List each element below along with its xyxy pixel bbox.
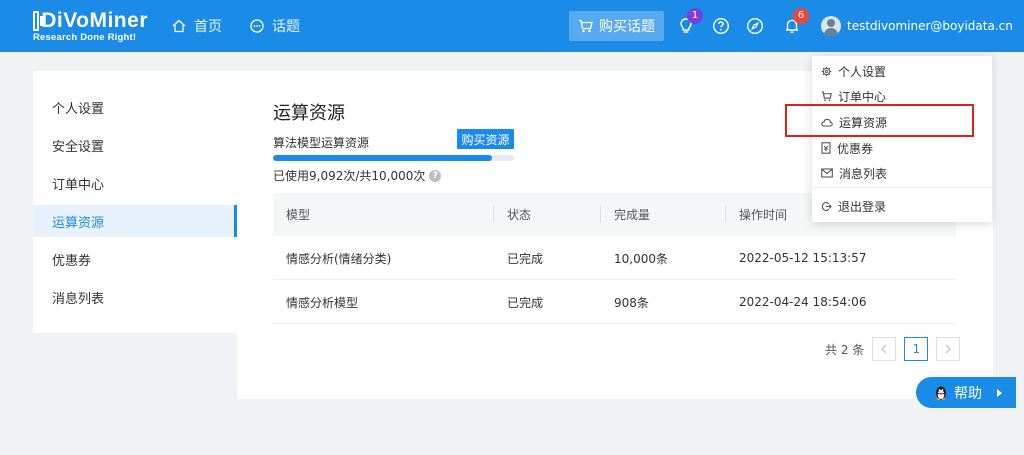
menu-item-logout[interactable]: 退出登录 [812, 195, 992, 217]
chevron-right-icon [945, 344, 952, 354]
menu-item-label: 退出登录 [838, 199, 887, 214]
user-dropdown-menu: 个人设置 订单中心 运算资源 优惠券 消息列表 退出登录 [812, 56, 992, 222]
sidebar-item-profile[interactable]: 个人设置 [33, 91, 237, 123]
logo-mark [33, 11, 45, 31]
menu-item-coupons[interactable]: 优惠券 [812, 137, 992, 159]
cart-icon [821, 91, 832, 101]
sidebar-item-orders[interactable]: 订单中心 [33, 167, 237, 199]
cell-model: 情感分析模型 [286, 295, 359, 310]
column-header-time: 操作时间 [739, 208, 788, 222]
help-circle-icon[interactable] [712, 17, 730, 35]
resource-label: 算法模型运算资源 [273, 136, 370, 150]
page-number-button[interactable]: 1 [904, 337, 929, 361]
column-header-status: 状态 [507, 208, 532, 222]
compass-icon[interactable] [746, 17, 764, 35]
bulb-badge: 1 [687, 8, 703, 24]
buy-topic-label: 购买话题 [599, 19, 655, 35]
avatar [821, 16, 841, 36]
nav-home[interactable]: 首页 [172, 16, 222, 36]
cell-time: 2022-04-24 18:54:06 [739, 295, 867, 309]
bell-badge: 6 [793, 8, 809, 24]
cell-status: 已完成 [507, 251, 544, 266]
logo-tagline: Research Done Right! [33, 32, 137, 43]
column-divider [493, 206, 494, 223]
usage-text: 已使用9,092次/共10,000次 [273, 169, 426, 183]
buy-topic-button[interactable]: 购买话题 [569, 11, 664, 41]
user-menu[interactable]: testdivominer@boyidata.cn [821, 16, 1013, 36]
table-row: 情感分析(情绪分类) 已完成 10,000条 2022-05-12 15:13:… [273, 236, 956, 280]
home-icon [172, 19, 186, 33]
highlight-box [785, 104, 974, 137]
user-email: testdivominer@boyidata.cn [847, 19, 1013, 33]
sidebar-item-coupons[interactable]: 优惠券 [33, 243, 237, 275]
menu-item-label: 订单中心 [838, 89, 887, 104]
menu-item-messages[interactable]: 消息列表 [812, 162, 992, 184]
cell-status: 已完成 [507, 295, 544, 310]
usage-progress-bar [273, 155, 514, 161]
page-title: 运算资源 [273, 103, 345, 124]
coupon-icon [821, 142, 831, 154]
nav-topics[interactable]: 话题 [250, 16, 300, 36]
menu-item-label: 个人设置 [838, 64, 887, 79]
table-row: 情感分析模型 已完成 908条 2022-04-24 18:54:06 [273, 280, 956, 324]
logo[interactable]: DiVoMiner Research Done Right! [33, 10, 148, 46]
logout-icon [821, 201, 832, 211]
column-header-completed: 完成量 [614, 208, 651, 222]
column-divider [600, 206, 601, 223]
cell-completed: 10,000条 [614, 251, 668, 266]
usage-info: 已使用9,092次/共10,000次 ? [273, 167, 442, 184]
sidebar-item-messages[interactable]: 消息列表 [33, 281, 237, 313]
cell-model: 情感分析(情绪分类) [286, 251, 392, 266]
cart-icon [579, 19, 593, 33]
gear-icon [821, 66, 832, 76]
chat-icon [250, 19, 264, 33]
caret-right-icon [997, 388, 1002, 397]
pagination: 共 2 条 1 [825, 337, 968, 361]
menu-divider [812, 187, 992, 188]
prev-page-button[interactable] [872, 337, 897, 361]
top-navbar: DiVoMiner Research Done Right! 首页 话题 购买话… [0, 0, 1024, 52]
question-icon[interactable]: ? [429, 169, 442, 182]
menu-item-profile[interactable]: 个人设置 [812, 60, 992, 82]
sidebar-item-compute-resources[interactable]: 运算资源 [33, 205, 237, 237]
nav-topics-label: 话题 [272, 19, 300, 35]
logo-text: DiVoMiner [41, 9, 148, 32]
column-header-model: 模型 [286, 208, 311, 222]
cell-time: 2022-05-12 15:13:57 [739, 251, 867, 265]
buy-resource-button[interactable]: 购买资源 [457, 129, 514, 149]
usage-progress-fill [273, 155, 493, 161]
mail-icon [821, 168, 833, 178]
pagination-total: 共 2 条 [825, 342, 865, 357]
nav-home-label: 首页 [194, 19, 222, 35]
settings-sidebar: 个人设置 安全设置 订单中心 运算资源 优惠券 消息列表 [33, 71, 237, 333]
menu-item-label: 消息列表 [839, 166, 888, 181]
help-button[interactable]: 帮助 [916, 377, 1016, 408]
chevron-left-icon [881, 344, 887, 354]
menu-item-label: 优惠券 [837, 141, 874, 156]
column-divider [725, 206, 726, 223]
next-page-button[interactable] [936, 337, 961, 361]
sidebar-item-security[interactable]: 安全设置 [33, 129, 237, 161]
cell-completed: 908条 [614, 295, 649, 310]
qq-penguin-icon [936, 386, 946, 400]
help-label: 帮助 [954, 385, 982, 402]
